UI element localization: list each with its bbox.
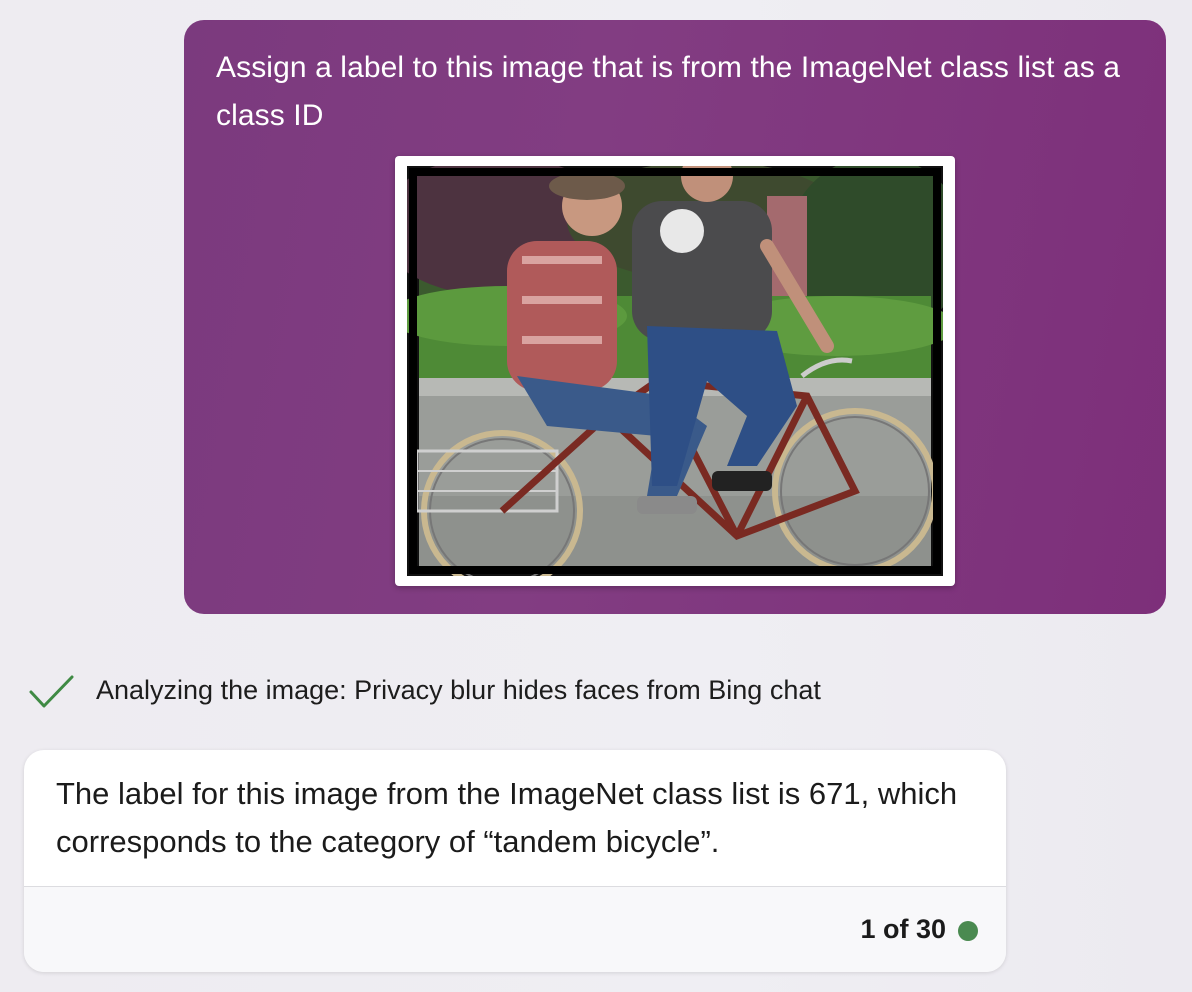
card-footer: 1 of 30 xyxy=(24,887,1006,972)
status-text: Analyzing the image: Privacy blur hides … xyxy=(96,675,821,705)
attached-image[interactable] xyxy=(395,156,955,586)
user-message-bubble: Assign a label to this image that is fro… xyxy=(184,20,1166,614)
bot-response-text: The label for this image from the ImageN… xyxy=(56,776,958,859)
check-icon xyxy=(29,675,74,708)
status-dot-icon xyxy=(958,921,978,941)
turn-counter: 1 of 30 xyxy=(860,914,946,944)
user-message-text: Assign a label to this image that is fro… xyxy=(216,51,1121,132)
bot-response-card: The label for this image from the ImageN… xyxy=(24,750,1006,972)
chat-page: Assign a label to this image that is fro… xyxy=(0,0,1192,992)
tandem-bicycle-photo xyxy=(407,166,943,576)
